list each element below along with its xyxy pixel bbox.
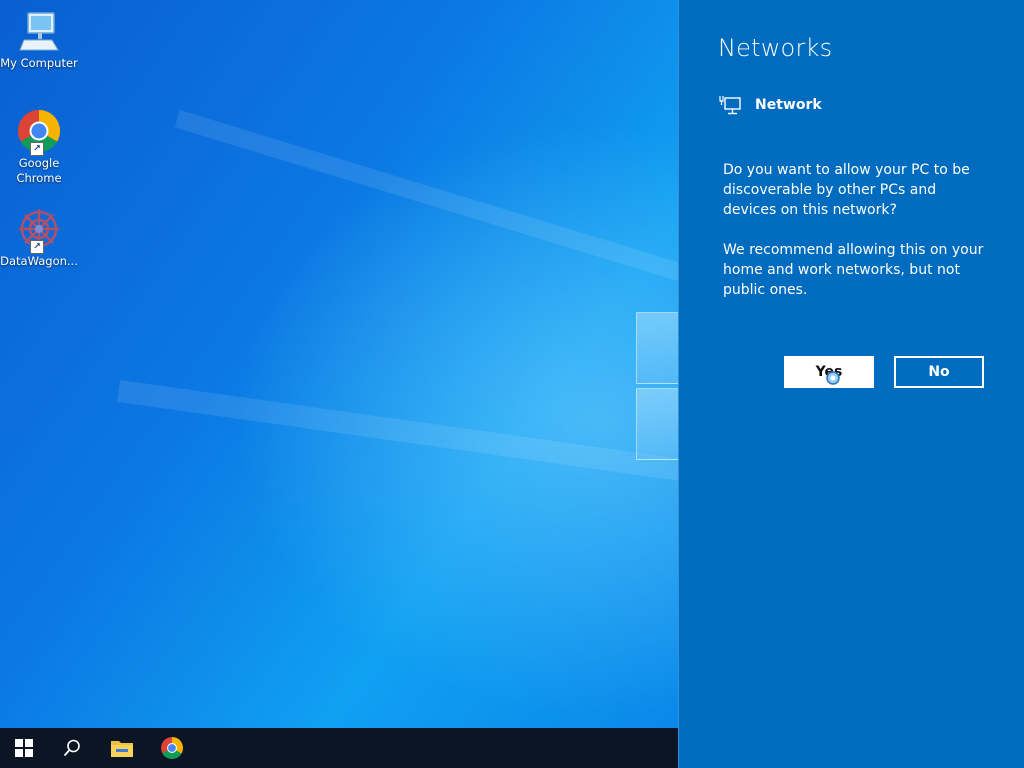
datawagon-icon: ↗	[16, 206, 62, 254]
search-icon	[63, 739, 80, 757]
chrome-icon: ↗	[16, 108, 62, 156]
computer-icon	[16, 10, 62, 54]
desktop-icon-google-chrome[interactable]: ↗ Google Chrome	[0, 108, 78, 186]
ethernet-network-icon	[719, 96, 741, 115]
wallpaper-beam	[116, 380, 678, 486]
desktop-icon-label: DataWagon...	[0, 254, 78, 268]
file-explorer-button[interactable]	[98, 728, 146, 768]
windows-start-icon	[15, 739, 33, 757]
no-button-label: No	[928, 364, 950, 380]
no-button[interactable]: No	[894, 356, 984, 388]
taskbar	[0, 728, 678, 768]
discoverable-question: Do you want to allow your PC to be disco…	[723, 162, 970, 218]
desktop-icon-my-computer[interactable]: My Computer	[0, 10, 78, 71]
search-button[interactable]	[48, 728, 96, 768]
shortcut-arrow-icon: ↗	[30, 240, 44, 254]
flyout-title: Networks	[718, 34, 833, 62]
network-name: Network	[755, 97, 822, 113]
wallpaper-logo-pane	[636, 388, 678, 460]
file-explorer-icon	[111, 741, 133, 757]
desktop-icon-datawagon[interactable]: ↗ DataWagon...	[0, 206, 78, 269]
network-entry: Network	[719, 95, 822, 115]
mouse-cursor-icon	[826, 371, 840, 385]
chrome-icon	[161, 737, 183, 759]
desktop: My Computer ↗ Google Chrome ↗ DataWagon.…	[0, 0, 678, 728]
discoverable-recommendation: We recommend allowing this on your home …	[723, 242, 984, 298]
start-button[interactable]	[0, 728, 48, 768]
networks-flyout: Networks Network Do you want to allow yo…	[678, 0, 1024, 768]
chrome-taskbar-button[interactable]	[148, 728, 196, 768]
wallpaper-beam	[174, 110, 678, 291]
shortcut-arrow-icon: ↗	[30, 142, 44, 156]
desktop-icon-label: My Computer	[0, 56, 78, 70]
wallpaper-logo-pane	[636, 312, 678, 384]
desktop-icon-label: Google Chrome	[16, 156, 62, 185]
